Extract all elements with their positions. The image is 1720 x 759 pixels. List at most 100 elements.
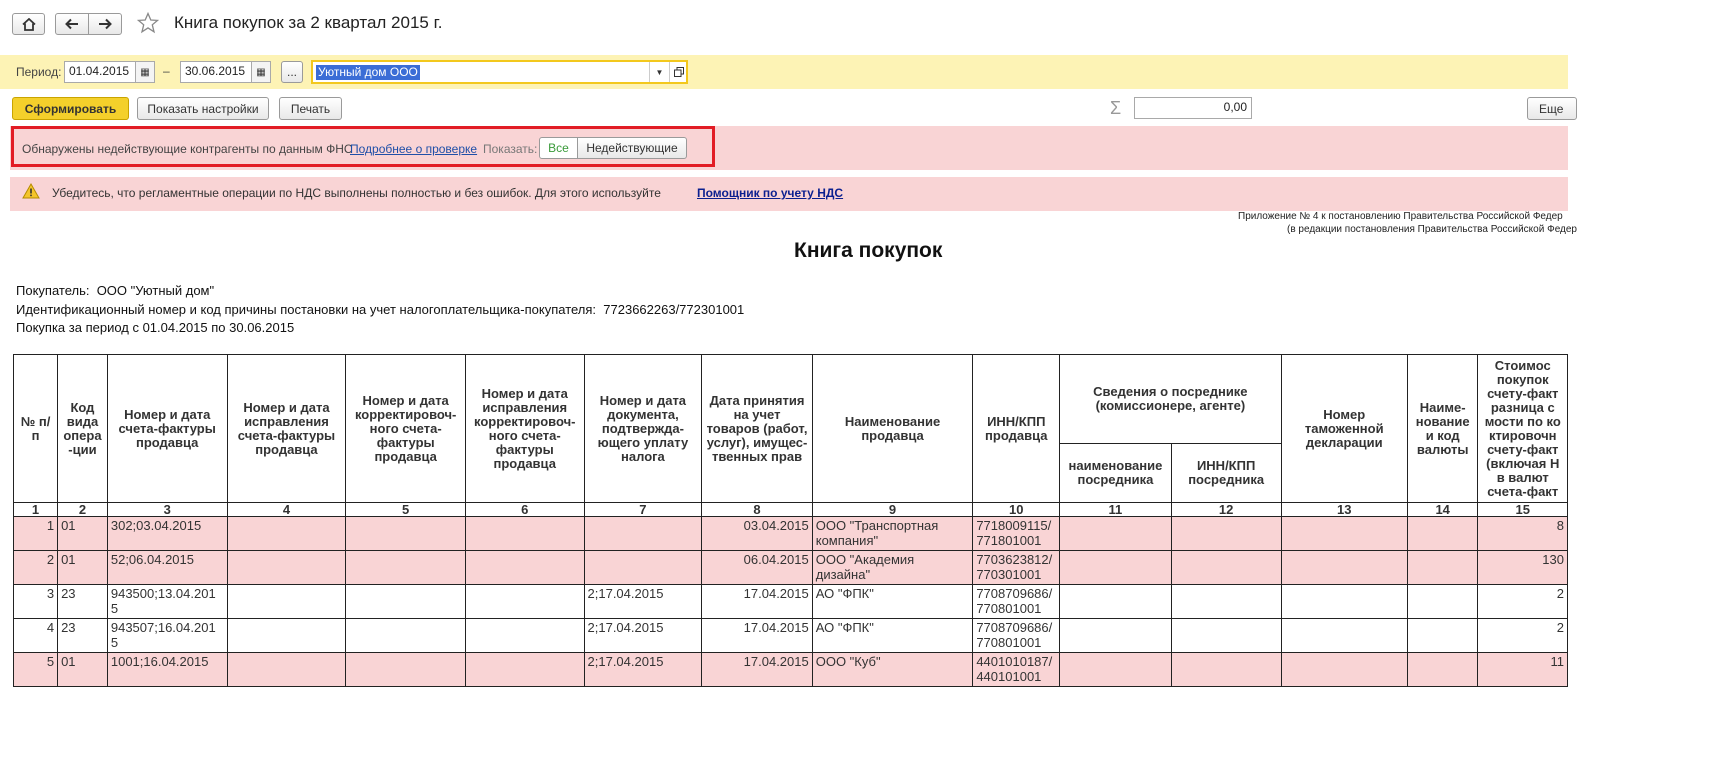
cell-payment bbox=[583, 516, 703, 551]
more-button[interactable]: Еще bbox=[1527, 97, 1577, 120]
period-line: Покупка за период с 01.04.2015 по 30.06.… bbox=[16, 320, 295, 335]
forward-button[interactable] bbox=[88, 13, 122, 35]
cell-n: 1 bbox=[12, 516, 59, 551]
column-number-cell: 4 bbox=[226, 502, 347, 517]
arrow-right-icon bbox=[99, 18, 112, 30]
cell-inn: 4401010187/ 440101001 bbox=[972, 652, 1061, 687]
cell-empty bbox=[345, 550, 466, 585]
header-col-10: ИНН/КПП продавца bbox=[972, 354, 1061, 503]
table-row[interactable]: 1 01 302;03.04.2015 03.04.2015 ООО "Транспор… bbox=[12, 516, 1568, 551]
column-number-cell: 6 bbox=[464, 502, 585, 517]
header-col-12: ИНН/КПП посредника bbox=[1170, 443, 1282, 503]
header-col-1: № п/п bbox=[12, 354, 59, 503]
header-col-7: Номер и дата документа, подтвержда-ющего… bbox=[583, 354, 703, 503]
cell-date: 17.04.2015 bbox=[701, 618, 813, 653]
cell-n: 3 bbox=[12, 584, 59, 619]
cell-empty bbox=[1406, 618, 1479, 653]
open-button[interactable] bbox=[669, 62, 687, 82]
cell-amount: 2 bbox=[1477, 618, 1568, 653]
cell-empty bbox=[226, 550, 347, 585]
cell-empty bbox=[1059, 652, 1172, 687]
header-col-6: Номер и дата исправления корректировоч-н… bbox=[464, 354, 585, 503]
show-settings-button[interactable]: Показать настройки bbox=[137, 97, 269, 120]
cell-payment bbox=[583, 550, 703, 585]
column-number-cell: 3 bbox=[106, 502, 228, 517]
cell-empty bbox=[1280, 550, 1408, 585]
header-col-8: Дата принятия на учет товаров (работ, ус… bbox=[701, 354, 813, 503]
home-button[interactable] bbox=[12, 13, 45, 35]
cell-date: 17.04.2015 bbox=[701, 652, 813, 687]
organization-field[interactable]: Уютный дом ООО ▼ bbox=[311, 60, 688, 84]
date-to-input[interactable]: 30.06.2015 bbox=[180, 61, 252, 83]
calendar-to-button[interactable]: ▦ bbox=[251, 61, 271, 83]
check-details-link[interactable]: Подробнее о проверке bbox=[350, 142, 477, 156]
toggle-all-button[interactable]: Все bbox=[539, 137, 578, 159]
back-button[interactable] bbox=[55, 13, 89, 35]
table-row[interactable]: 4 23 943507;16.04.201 5 2;17.04.2015 17.04.2… bbox=[12, 618, 1568, 653]
header-col-9: Наименование продавца bbox=[811, 354, 974, 503]
inactive-warning-text: Обнаружены недействующие контрагенты по … bbox=[22, 142, 353, 156]
cell-empty bbox=[464, 584, 585, 619]
dropdown-button[interactable]: ▼ bbox=[649, 62, 669, 82]
column-number-cell: 5 bbox=[345, 502, 466, 517]
cell-empty bbox=[1280, 584, 1408, 619]
column-numbers-row: 1 2 3 4 5 6 7 8 9 10 11 12 13 14 15 bbox=[12, 502, 1568, 517]
table-row[interactable]: 2 01 52;06.04.2015 06.04.2015 ООО "Академия … bbox=[12, 550, 1568, 585]
page-title: Книга покупок за 2 квартал 2015 г. bbox=[174, 13, 443, 32]
sum-field[interactable]: 0,00 bbox=[1134, 97, 1252, 119]
cell-date: 03.04.2015 bbox=[701, 516, 813, 551]
open-window-icon bbox=[673, 67, 684, 77]
cell-empty bbox=[1280, 516, 1408, 551]
cell-amount: 130 bbox=[1477, 550, 1568, 585]
table-row[interactable]: 5 01 1001;16.04.2015 2;17.04.2015 17.04.2015… bbox=[12, 652, 1568, 687]
print-button[interactable]: Печать bbox=[279, 97, 342, 120]
cell-code: 01 bbox=[57, 516, 108, 551]
cell-empty bbox=[345, 516, 466, 551]
cell-invoice: 1001;16.04.2015 bbox=[106, 652, 228, 687]
cell-seller: ООО "Академия дизайна" bbox=[811, 550, 974, 585]
cell-payment: 2;17.04.2015 bbox=[583, 618, 703, 653]
toggle-inactive-button[interactable]: Недействующие bbox=[577, 137, 687, 159]
column-number-cell: 2 bbox=[57, 502, 108, 517]
cell-code: 01 bbox=[57, 550, 108, 585]
cell-empty bbox=[345, 652, 466, 687]
home-icon bbox=[21, 17, 36, 31]
inn-line: Идентификационный номер и код причины по… bbox=[16, 302, 745, 317]
cell-amount: 11 bbox=[1477, 652, 1568, 687]
calendar-from-button[interactable]: ▦ bbox=[135, 61, 155, 83]
header-col-5: Номер и дата корректировоч-ного счета-фа… bbox=[345, 354, 466, 503]
favorite-star-icon[interactable] bbox=[136, 11, 160, 39]
calendar-icon: ▦ bbox=[256, 66, 266, 78]
period-label: Период: bbox=[16, 65, 62, 79]
vat-notice-text: Убедитесь, что регламентные операции по … bbox=[52, 186, 661, 200]
cell-inn: 7718009115/ 771801001 bbox=[972, 516, 1061, 551]
column-number-cell: 10 bbox=[972, 502, 1061, 517]
cell-empty bbox=[464, 550, 585, 585]
cell-invoice: 943500;13.04.201 5 bbox=[106, 584, 228, 619]
header-col-3: Номер и дата счета-фактуры продавца bbox=[106, 354, 228, 503]
organization-value: Уютный дом ООО bbox=[316, 65, 420, 80]
table-row[interactable]: 3 23 943500;13.04.201 5 2;17.04.2015 17.04.2… bbox=[12, 584, 1568, 619]
cell-code: 23 bbox=[57, 584, 108, 619]
appendix-line-2: (в редакции постановления Правительства … bbox=[1287, 224, 1577, 235]
cell-empty bbox=[1280, 618, 1408, 653]
cell-empty bbox=[226, 584, 347, 619]
cell-empty bbox=[464, 618, 585, 653]
cell-empty bbox=[1170, 652, 1282, 687]
generate-button[interactable]: Сформировать bbox=[12, 97, 129, 120]
cell-inn: 7708709686/ 770801001 bbox=[972, 584, 1061, 619]
sum-icon: Σ bbox=[1110, 98, 1122, 118]
arrow-left-icon bbox=[65, 18, 78, 30]
cell-empty bbox=[1059, 618, 1172, 653]
cell-amount: 8 bbox=[1477, 516, 1568, 551]
column-number-cell: 11 bbox=[1059, 502, 1172, 517]
period-select-button[interactable]: ... bbox=[281, 61, 303, 83]
calendar-icon: ▦ bbox=[140, 66, 150, 78]
chevron-down-icon: ▼ bbox=[655, 67, 664, 77]
date-from-input[interactable]: 01.04.2015 bbox=[64, 61, 136, 83]
header-col-4: Номер и дата исправления счета-фактуры п… bbox=[226, 354, 347, 503]
vat-assistant-link[interactable]: Помощник по учету НДС bbox=[697, 186, 843, 200]
column-number-cell: 9 bbox=[811, 502, 974, 517]
report-heading: Книга покупок bbox=[794, 239, 943, 262]
cell-payment: 2;17.04.2015 bbox=[583, 652, 703, 687]
